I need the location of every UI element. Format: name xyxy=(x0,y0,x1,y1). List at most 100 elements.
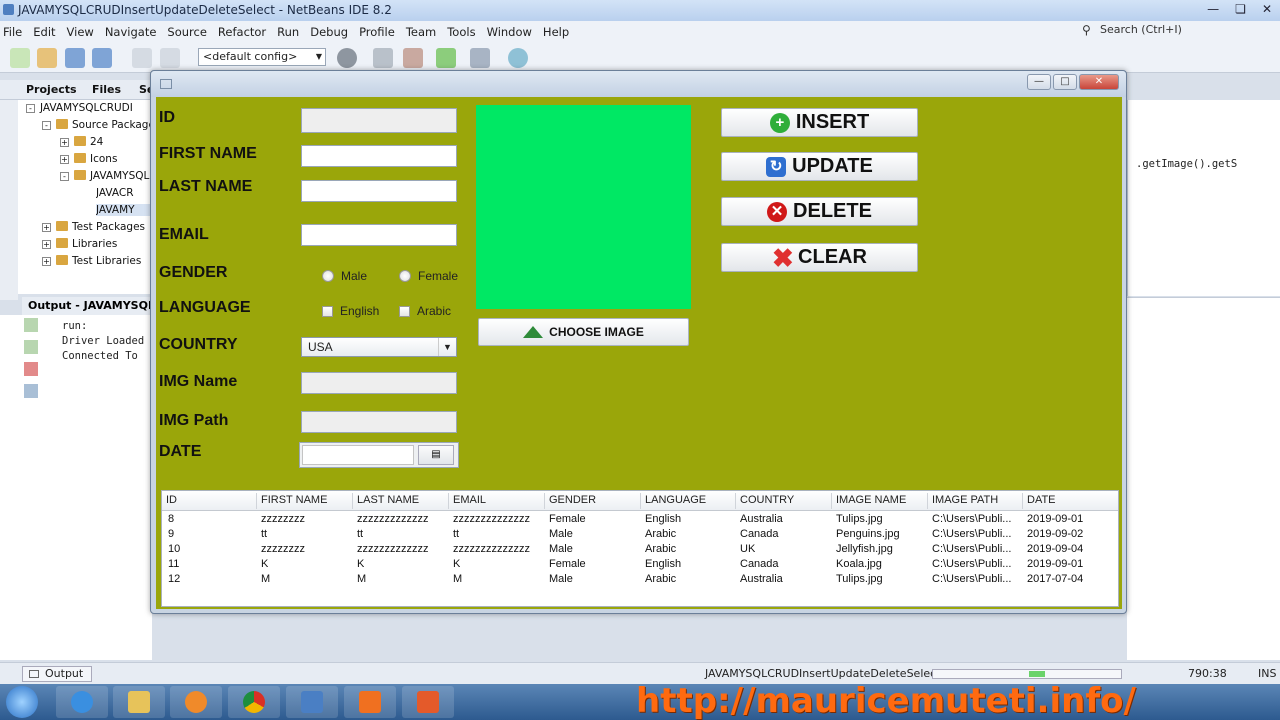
run-icon[interactable] xyxy=(436,48,456,68)
column-header-email[interactable]: EMAIL xyxy=(453,494,486,506)
column-header-image-path[interactable]: IMAGE PATH xyxy=(932,494,998,506)
tab-projects[interactable]: Projects xyxy=(26,83,77,96)
menu-navigate[interactable]: Navigate xyxy=(105,25,157,39)
table-cell[interactable]: Canada xyxy=(740,558,779,570)
delete-button[interactable]: ✕ DELETE xyxy=(721,197,918,226)
table-cell[interactable]: Arabic xyxy=(645,543,676,555)
minimize-icon[interactable]: — xyxy=(1207,2,1219,16)
menu-window[interactable]: Window xyxy=(487,25,532,39)
update-button[interactable]: ↻ UPDATE xyxy=(721,152,918,181)
table-cell[interactable]: Male xyxy=(549,528,573,540)
table-cell[interactable]: zzzzzzzzzzzzz xyxy=(357,513,429,525)
table-cell[interactable]: 2019-09-01 xyxy=(1027,558,1083,570)
table-cell[interactable]: 2017-07-04 xyxy=(1027,573,1083,585)
table-cell[interactable]: K xyxy=(453,558,460,570)
taskbar-virtualbox[interactable] xyxy=(286,686,338,718)
table-cell[interactable]: Australia xyxy=(740,513,783,525)
taskbar-ie[interactable] xyxy=(56,686,108,718)
table-cell[interactable]: zzzzzzzz xyxy=(261,513,305,525)
tree-item-libraries[interactable]: + Libraries xyxy=(42,238,117,250)
table-cell[interactable]: M xyxy=(453,573,462,585)
tree-item-test-libraries[interactable]: + Test Libraries xyxy=(42,255,141,267)
language-arabic-checkbox[interactable]: Arabic xyxy=(399,304,451,318)
table-cell[interactable]: Penguins.jpg xyxy=(836,528,900,540)
tree-item-24[interactable]: +24 xyxy=(60,136,103,148)
img-name-field[interactable] xyxy=(301,372,457,394)
table-cell[interactable]: 10 xyxy=(168,543,180,555)
menu-team[interactable]: Team xyxy=(406,25,436,39)
table-cell[interactable]: Female xyxy=(549,513,586,525)
choose-image-button[interactable]: CHOOSE IMAGE xyxy=(478,318,689,346)
table-cell[interactable]: Arabic xyxy=(645,528,676,540)
config-select[interactable]: <default config> ▼ xyxy=(198,48,326,66)
table-cell[interactable]: 8 xyxy=(168,513,174,525)
table-cell[interactable]: tt xyxy=(357,528,363,540)
table-cell[interactable]: Tulips.jpg xyxy=(836,573,883,585)
table-cell[interactable]: Male xyxy=(549,543,573,555)
column-header-id[interactable]: ID xyxy=(166,494,177,506)
new-project-icon[interactable] xyxy=(37,48,57,68)
debug-icon[interactable] xyxy=(470,48,490,68)
taskbar-chrome[interactable] xyxy=(228,686,280,718)
gender-female-radio[interactable]: Female xyxy=(399,269,458,283)
language-english-checkbox[interactable]: English xyxy=(322,304,379,318)
records-table[interactable]: ID FIRST NAME LAST NAME EMAIL GENDER LAN… xyxy=(161,490,1119,607)
menu-debug[interactable]: Debug xyxy=(310,25,348,39)
table-cell[interactable]: 2019-09-02 xyxy=(1027,528,1083,540)
email-field[interactable] xyxy=(301,224,457,246)
last-name-field[interactable] xyxy=(301,180,457,202)
table-cell[interactable]: C:\Users\Publi... xyxy=(932,558,1020,570)
menu-refactor[interactable]: Refactor xyxy=(218,25,266,39)
table-cell[interactable]: UK xyxy=(740,543,755,555)
app-minimize-button[interactable]: — xyxy=(1027,74,1051,90)
clear-button[interactable]: ✖ CLEAR xyxy=(721,243,918,272)
menu-profile[interactable]: Profile xyxy=(359,25,395,39)
tree-item-source-packages[interactable]: - Source Package xyxy=(42,119,155,131)
tree-item-java-file-2[interactable]: JAVAMY xyxy=(96,204,152,216)
build-icon[interactable] xyxy=(373,48,393,68)
column-header-country[interactable]: COUNTRY xyxy=(740,494,794,506)
table-cell[interactable]: 2019-09-04 xyxy=(1027,543,1083,555)
table-cell[interactable]: Jellyfish.jpg xyxy=(836,543,893,555)
insert-button[interactable]: + INSERT xyxy=(721,108,918,137)
tree-item-test-packages[interactable]: + Test Packages xyxy=(42,221,145,233)
rerun-icon[interactable] xyxy=(24,318,38,332)
maximize-icon[interactable]: ❏ xyxy=(1235,2,1246,16)
date-input[interactable] xyxy=(302,445,414,465)
country-select[interactable]: USA ▼ xyxy=(301,337,457,357)
menu-source[interactable]: Source xyxy=(167,25,207,39)
table-cell[interactable]: K xyxy=(261,558,268,570)
table-cell[interactable]: zzzzzzzzzzzzzz xyxy=(453,513,530,525)
column-header-first-name[interactable]: FIRST NAME xyxy=(261,494,327,506)
table-cell[interactable]: M xyxy=(357,573,366,585)
table-cell[interactable]: 9 xyxy=(168,528,174,540)
tree-item-java-file-1[interactable]: JAVACR xyxy=(96,187,152,199)
tree-item-main-package[interactable]: - JAVAMYSQLC xyxy=(60,170,157,182)
app-maximize-button[interactable]: □ xyxy=(1053,74,1077,90)
taskbar-java[interactable] xyxy=(402,686,454,718)
gender-male-radio[interactable]: Male xyxy=(322,269,367,283)
table-cell[interactable]: tt xyxy=(453,528,459,540)
tree-item-project[interactable]: - JAVAMYSQLCRUDI xyxy=(26,102,133,114)
table-cell[interactable]: C:\Users\Publi... xyxy=(932,573,1020,585)
column-header-language[interactable]: LANGUAGE xyxy=(645,494,706,506)
output-toggle-button[interactable]: Output xyxy=(22,666,93,682)
table-cell[interactable]: zzzzzzzz xyxy=(261,543,305,555)
column-header-last-name[interactable]: LAST NAME xyxy=(357,494,419,506)
column-header-gender[interactable]: GENDER xyxy=(549,494,596,506)
column-header-date[interactable]: DATE xyxy=(1027,494,1056,506)
start-button[interactable] xyxy=(6,686,38,718)
table-cell[interactable]: Australia xyxy=(740,573,783,585)
menu-file[interactable]: File xyxy=(3,25,22,39)
table-cell[interactable]: Male xyxy=(549,573,573,585)
code-editor[interactable]: .getImage().getS xyxy=(1127,100,1280,296)
table-cell[interactable]: 2019-09-01 xyxy=(1027,513,1083,525)
stop-icon[interactable] xyxy=(24,362,38,376)
target-icon[interactable] xyxy=(337,48,357,68)
table-cell[interactable]: M xyxy=(261,573,270,585)
menu-run[interactable]: Run xyxy=(277,25,299,39)
table-cell[interactable]: Arabic xyxy=(645,573,676,585)
column-header-image-name[interactable]: IMAGE NAME xyxy=(836,494,906,506)
table-cell[interactable]: zzzzzzzzzzzzz xyxy=(357,543,429,555)
menu-tools[interactable]: Tools xyxy=(447,25,475,39)
